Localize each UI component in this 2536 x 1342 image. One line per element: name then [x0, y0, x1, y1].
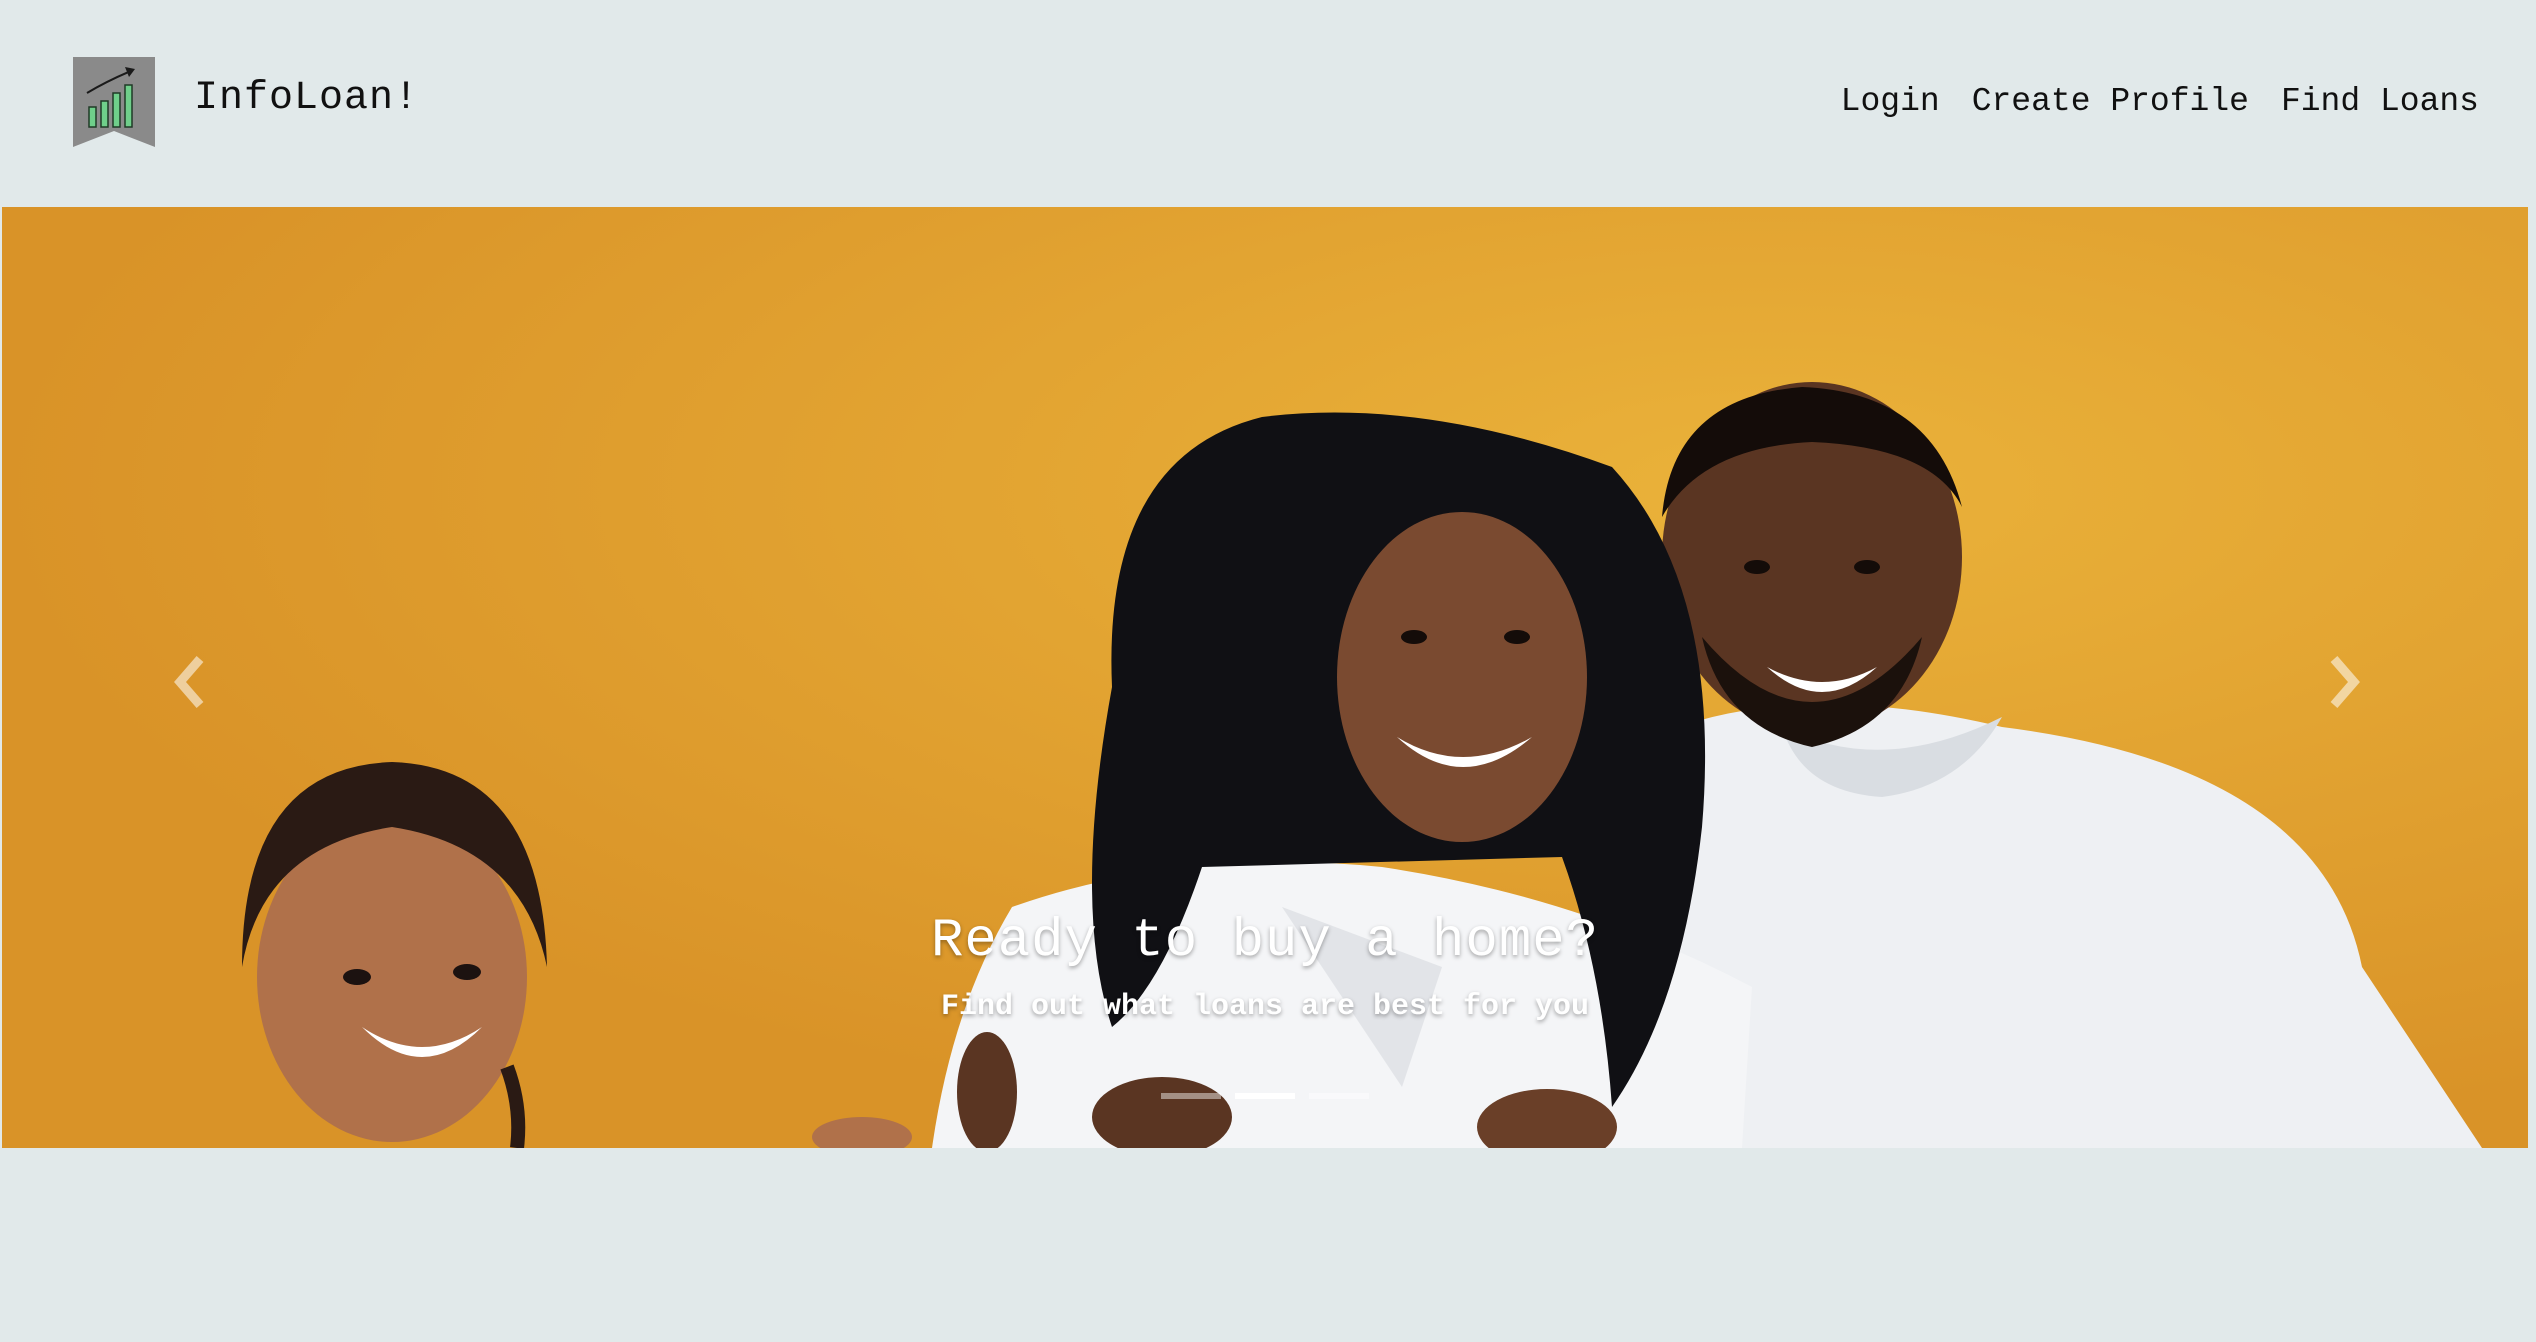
- hero-carousel: Ready to buy a home? Find out what loans…: [2, 207, 2528, 1148]
- carousel-indicator-3[interactable]: [1309, 1093, 1369, 1099]
- carousel-indicators: [1161, 1093, 1369, 1099]
- carousel-title: Ready to buy a home?: [930, 911, 1600, 972]
- bar-chart-growth-icon[interactable]: [73, 57, 155, 147]
- nav-menu: Login Create Profile Find Loans: [1841, 80, 2479, 124]
- carousel-indicator-2[interactable]: [1235, 1093, 1295, 1099]
- carousel-subtitle: Find out what loans are best for you: [940, 990, 1590, 1024]
- nav-find-loans-link[interactable]: Find Loans: [2281, 80, 2479, 124]
- nav-create-profile-link[interactable]: Create Profile: [1972, 80, 2249, 124]
- navbar: InfoLoan! Login Create Profile Find Loan…: [0, 0, 2536, 207]
- carousel-caption: Ready to buy a home? Find out what loans…: [2, 907, 2528, 1027]
- carousel-indicator-1[interactable]: [1161, 1093, 1221, 1099]
- chevron-left-icon[interactable]: [162, 647, 222, 717]
- chevron-right-icon[interactable]: [2312, 647, 2372, 717]
- nav-login-link[interactable]: Login: [1841, 80, 1940, 124]
- brand-name[interactable]: InfoLoan!: [194, 74, 419, 124]
